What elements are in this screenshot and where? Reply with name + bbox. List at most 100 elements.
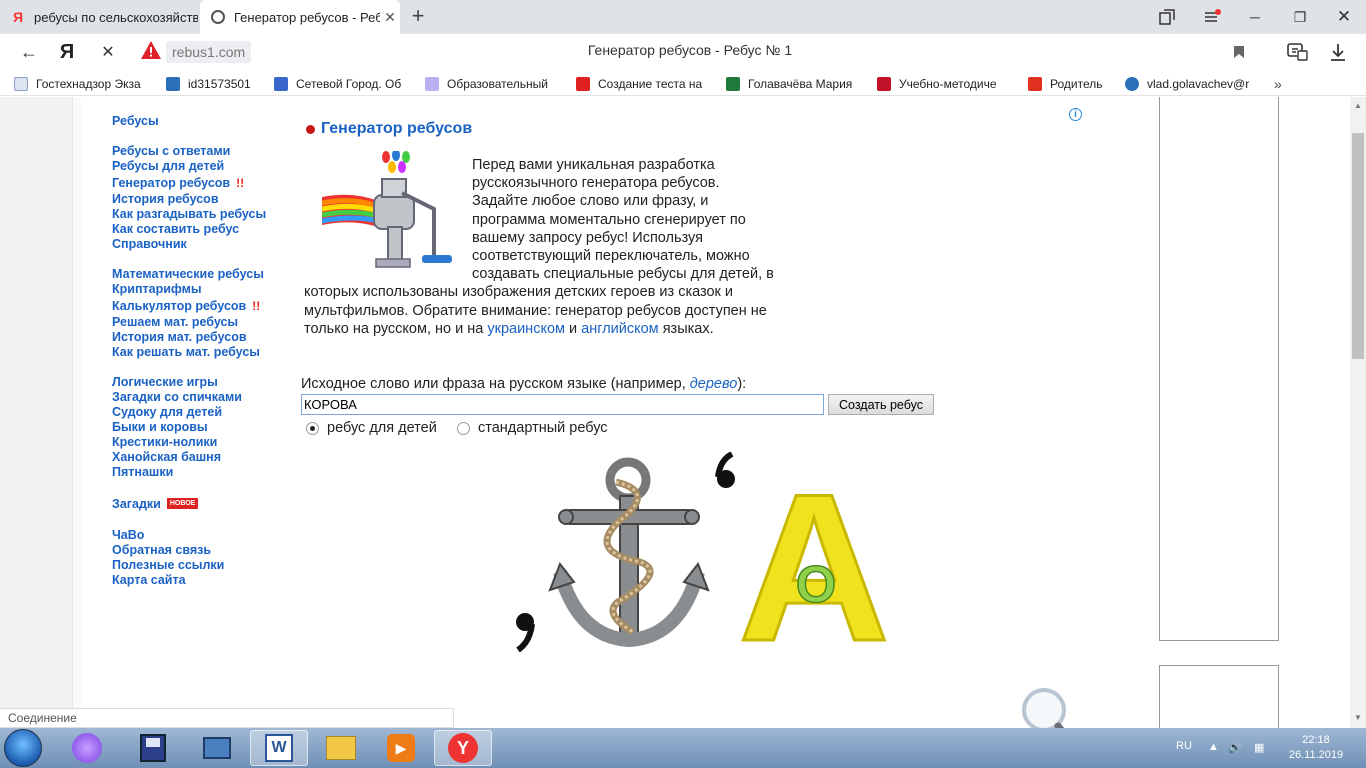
sidebar-item[interactable]: Пятнашки <box>112 465 292 480</box>
show-hidden-icons-icon[interactable]: ▲ <box>1208 741 1219 753</box>
radio-standard[interactable]: стандартный ребус <box>457 419 608 437</box>
network-status-icon[interactable]: ▦ <box>1254 741 1264 754</box>
bookmark-item[interactable]: Учебно-методиче <box>877 75 997 93</box>
sidebar-item[interactable]: Судоку для детей <box>112 405 292 420</box>
save-icon[interactable] <box>124 730 182 766</box>
sidebar-item-rebuses[interactable]: Ребусы <box>112 114 292 129</box>
url-domain[interactable]: rebus1.com <box>166 41 252 63</box>
yandex-browser-icon[interactable]: Y <box>434 730 492 766</box>
tab-title: Генератор ребусов - Ребус № 1 <box>234 9 380 25</box>
scroll-down-icon[interactable]: ▼ <box>1354 713 1362 722</box>
network-icon[interactable] <box>188 730 246 766</box>
folder-icon[interactable] <box>312 730 370 766</box>
bookmark-item[interactable]: Родитель <box>1028 75 1102 93</box>
create-rebus-button[interactable]: Создать ребус <box>828 394 934 415</box>
english-link[interactable]: английском <box>581 321 659 337</box>
sidebar-item[interactable]: Логические игры <box>112 375 292 390</box>
sidebar-item-calculator[interactable]: Калькулятор ребусов <box>112 299 246 313</box>
word-input[interactable] <box>301 394 824 415</box>
tab-title: ребусы по сельскохозяйственной <box>34 9 198 25</box>
close-window-icon[interactable]: ✕ <box>1322 0 1366 34</box>
sidebar-item[interactable]: История ребусов <box>112 192 292 207</box>
sidebar-item[interactable]: Крестики-нолики <box>112 435 292 450</box>
sidebar-item[interactable]: Ханойская башня <box>112 450 292 465</box>
minimize-icon[interactable]: ─ <box>1233 0 1277 34</box>
bookmark-item[interactable]: Образовательный <box>425 75 548 93</box>
sidebar-item[interactable]: Ребусы с ответами <box>112 144 292 159</box>
yandex-icon: Я <box>12 9 24 25</box>
tablo-icon[interactable] <box>1145 0 1189 34</box>
status-bar: Соединение <box>0 708 454 728</box>
sidebar-item[interactable]: Решаем мат. ребусы <box>112 315 292 330</box>
media-player-icon[interactable]: ▶ <box>372 730 430 766</box>
d-icon <box>576 77 590 91</box>
sidebar-item-generator[interactable]: Генератор ребусов <box>112 176 230 190</box>
tab-rebus-search[interactable]: Я ребусы по сельскохозяйственной <box>0 0 198 34</box>
info-icon[interactable]: i <box>1069 108 1082 121</box>
meat-grinder-illustration <box>322 151 452 268</box>
sidebar-item[interactable]: Математические ребусы <box>112 267 292 282</box>
new-tab-button[interactable]: + <box>405 4 431 30</box>
main-content: i Генератор ребусов Перед вами уникальна… <box>300 97 1090 728</box>
bookmark-item[interactable]: id31573501 <box>166 75 251 93</box>
web-page: Ребусы Ребусы с ответами Ребусы для дете… <box>0 97 1366 728</box>
sidebar-item[interactable]: Загадки со спичками <box>112 390 292 405</box>
word-icon[interactable]: W <box>250 730 308 766</box>
ukrainian-link[interactable]: украинском <box>487 321 565 337</box>
sidebar-item[interactable]: Обратная связь <box>112 543 292 558</box>
clock[interactable]: 22:18 26.11.2019 <box>1286 733 1346 763</box>
bullet-icon <box>306 125 315 134</box>
sidebar-item[interactable]: Криптарифмы <box>112 282 292 297</box>
bookmark-item[interactable]: Голавачёва Мария <box>726 75 852 93</box>
clock-time: 22:18 <box>1302 734 1330 746</box>
bookmark-item[interactable]: Создание теста на <box>576 75 702 93</box>
scroll-up-icon[interactable]: ▲ <box>1354 101 1362 110</box>
loading-icon <box>210 9 226 25</box>
bookmark-item[interactable]: Сетевой Город. Об <box>274 75 401 93</box>
sidebar-item[interactable]: Справочник <box>112 237 292 252</box>
back-icon[interactable]: ← <box>16 40 42 64</box>
sidebar-item[interactable]: ЧаВо <box>112 528 292 543</box>
bookmark-item[interactable]: Гостехнадзор Экза <box>14 75 141 93</box>
radio-unchecked-icon[interactable] <box>457 421 470 435</box>
address-page-title[interactable]: Генератор ребусов - Ребус № 1 <box>440 42 940 58</box>
yandex-logo-icon[interactable]: Я <box>54 40 80 64</box>
more-bookmarks-icon[interactable]: » <box>1274 75 1282 93</box>
at-icon <box>1125 77 1139 91</box>
menu-icon[interactable] <box>1190 0 1234 34</box>
ad-block <box>1159 97 1279 641</box>
bookmark-icon[interactable] <box>1226 40 1252 64</box>
radio-checked-icon[interactable] <box>306 421 319 435</box>
sidebar-item[interactable]: Как разгадывать ребусы <box>112 207 292 222</box>
sidebar-item[interactable]: Ребусы для детей <box>112 159 292 174</box>
warning-icon[interactable] <box>140 40 162 60</box>
language-indicator[interactable]: RU <box>1176 740 1192 752</box>
bookmarks-bar: Гостехнадзор Экза id31573501 Сетевой Гор… <box>0 72 1366 96</box>
sidebar-item-zagadki[interactable]: Загадки <box>112 497 161 511</box>
example-link[interactable]: дерево <box>690 376 738 392</box>
radio-kids[interactable]: ребус для детей <box>306 419 437 437</box>
sidebar-item[interactable]: Как составить ребус <box>112 222 292 237</box>
sidebar-item[interactable]: Карта сайта <box>112 573 292 588</box>
check-icon <box>726 77 740 91</box>
u-icon <box>877 77 891 91</box>
stop-loading-icon[interactable]: ✕ <box>95 40 121 64</box>
volume-icon[interactable]: 🔊 <box>1228 741 1242 754</box>
start-button[interactable] <box>4 729 42 767</box>
site-sidebar: Ребусы Ребусы с ответами Ребусы для дете… <box>112 114 292 603</box>
rebus-letter-o: О <box>796 556 836 614</box>
tab-rebus-generator[interactable]: Генератор ребусов - Ребус № 1 ✕ <box>200 0 400 34</box>
sidebar-item[interactable]: История мат. ребусов <box>112 330 292 345</box>
scrollbar[interactable]: ▲ ▼ <box>1350 97 1366 728</box>
bookmark-item[interactable]: vlad.golavachev@r <box>1125 75 1249 93</box>
sidebar-item[interactable]: Как решать мат. ребусы <box>112 345 292 360</box>
restore-icon[interactable]: ❐ <box>1278 0 1322 34</box>
protect-icon[interactable] <box>1285 40 1311 64</box>
download-icon[interactable] <box>1325 40 1351 64</box>
sidebar-item[interactable]: Полезные ссылки <box>112 558 292 573</box>
close-tab-icon[interactable]: ✕ <box>380 9 400 26</box>
sidebar-item[interactable]: Быки и коровы <box>112 420 292 435</box>
alice-icon[interactable] <box>58 730 116 766</box>
scroll-thumb[interactable] <box>1352 133 1364 359</box>
page-border <box>72 97 81 728</box>
